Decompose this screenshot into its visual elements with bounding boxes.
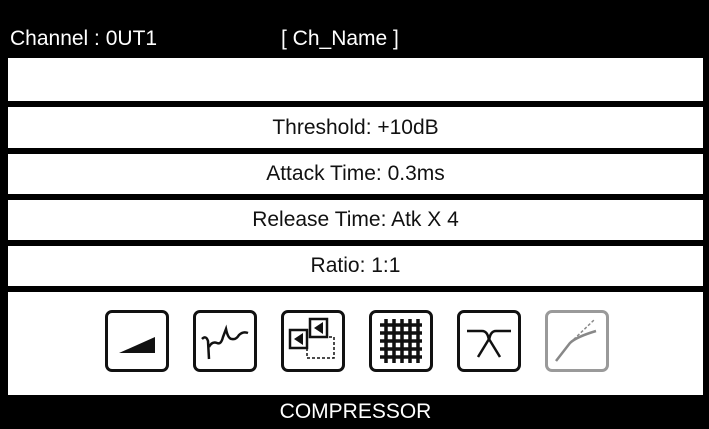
channel-label: Channel : 0UT1 [10, 27, 158, 50]
compressor-curve-icon [555, 319, 597, 362]
matrix-grid-button[interactable] [369, 310, 433, 372]
function-icon-bar [8, 292, 703, 394]
channel-name[interactable]: [ Ch_Name ] [281, 27, 399, 51]
attack-time-row[interactable]: Attack Time: 0.3ms [8, 154, 703, 193]
channel-header: Channel : 0UT1 [ Ch_Name ] [8, 18, 703, 58]
delay-routing-icon [288, 317, 335, 359]
compressor-curve-button[interactable] [545, 310, 609, 372]
delay-routing-button[interactable] [281, 310, 345, 372]
matrix-grid-icon [380, 319, 422, 363]
blank-row [8, 60, 703, 100]
ratio-row[interactable]: Ratio: 1:1 [8, 246, 703, 285]
mode-title: COMPRESSOR [8, 395, 703, 427]
compressor-screen: Channel : 0UT1 [ Ch_Name ] Threshold: +1… [0, 0, 709, 427]
gain-ramp-icon [119, 337, 155, 353]
eq-curve-icon [201, 324, 249, 360]
crossover-filter-button[interactable] [457, 310, 521, 372]
release-time-row[interactable]: Release Time: Atk X 4 [8, 200, 703, 239]
eq-curve-button[interactable] [193, 310, 257, 372]
gain-ramp-button[interactable] [105, 310, 169, 372]
crossover-filter-icon [467, 329, 511, 358]
threshold-row[interactable]: Threshold: +10dB [8, 107, 703, 148]
